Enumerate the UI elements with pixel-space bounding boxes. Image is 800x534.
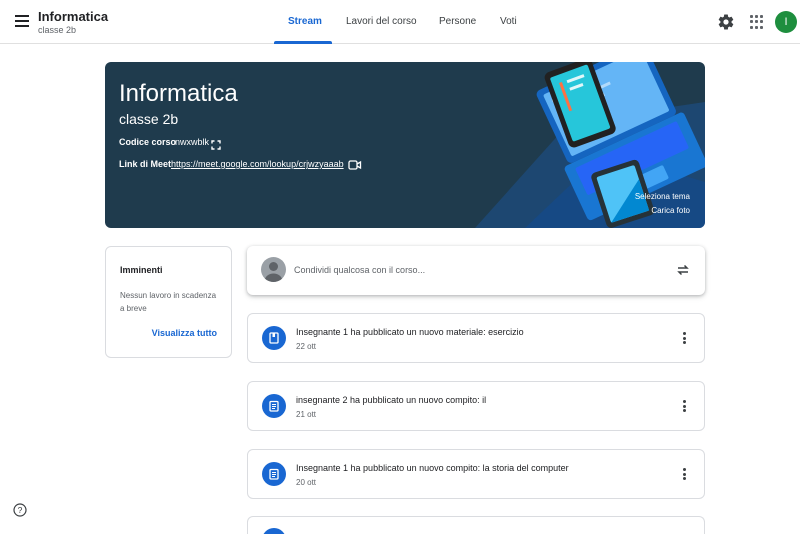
post-date: 22 ott [296,342,317,351]
more-options-icon[interactable] [678,467,690,483]
assignment-icon [262,528,286,534]
svg-text:?: ? [18,505,23,515]
view-all-link[interactable]: Visualizza tutto [152,328,217,338]
help-icon[interactable]: ? [13,503,27,517]
fullscreen-icon[interactable] [211,137,221,150]
share-placeholder[interactable]: Condividi qualcosa con il corso... [294,265,425,275]
post-title: insegnante 2 ha pubblicato un nuovo comp… [296,395,487,405]
assignment-icon [262,462,286,486]
stream-post[interactable]: Insegnante 1 ha pubblicato un nuovo mate… [247,313,705,363]
more-options-icon[interactable] [678,399,690,415]
menu-icon[interactable] [12,12,32,32]
avatar [261,257,286,282]
assignment-icon [262,394,286,418]
tab-classwork[interactable]: Lavori del corso [346,16,417,27]
meet-link-label: Link di Meet [119,159,172,169]
material-icon [262,326,286,350]
share-announcement-box[interactable]: Condividi qualcosa con il corso... [247,246,705,295]
repost-icon[interactable] [675,262,691,278]
stream-post[interactable]: Insegnante 1 ha pubblicato un nuovo comp… [247,449,705,499]
class-code-value: nwxwblk [175,137,210,147]
stream-post[interactable]: insegnante 2 ha pubblicato un nuovo comp… [247,381,705,431]
more-options-icon[interactable] [678,331,690,347]
upload-photo-link[interactable]: Carica foto [651,206,690,215]
select-theme-link[interactable]: Seleziona tema [635,192,690,201]
class-section: classe 2b [38,25,77,35]
upcoming-empty-text: Nessun lavoro in scadenza a breve [120,291,217,313]
upcoming-card: Imminenti Nessun lavoro in scadenza a br… [105,246,232,358]
tab-stream[interactable]: Stream [288,16,322,27]
banner-subtitle: classe 2b [119,111,179,127]
tab-grades[interactable]: Voti [500,16,517,27]
class-title[interactable]: Informatica [38,9,108,24]
upcoming-title: Imminenti [120,265,163,275]
meet-link[interactable]: https://meet.google.com/lookup/crjwzyaaa… [171,159,344,169]
banner-illustration [475,62,705,228]
post-title: Insegnante 1 ha pubblicato un nuovo comp… [296,463,569,473]
tab-people[interactable]: Persone [439,16,476,27]
user-avatar[interactable]: I [775,11,797,33]
class-banner: Informatica classe 2b Codice corso nwxwb… [105,62,705,228]
active-tab-indicator [274,41,332,44]
post-date: 21 ott [296,410,317,419]
gear-icon[interactable] [717,13,735,31]
stream-post-partial[interactable] [247,516,705,534]
post-date: 20 ott [296,478,317,487]
video-camera-icon[interactable] [348,158,362,170]
post-title: Insegnante 1 ha pubblicato un nuovo mate… [296,327,524,337]
apps-grid-icon[interactable] [750,15,764,29]
top-app-bar: Informatica classe 2b Stream Lavori del … [0,0,800,44]
banner-title: Informatica [119,80,238,107]
class-code-label: Codice corso [119,137,177,147]
